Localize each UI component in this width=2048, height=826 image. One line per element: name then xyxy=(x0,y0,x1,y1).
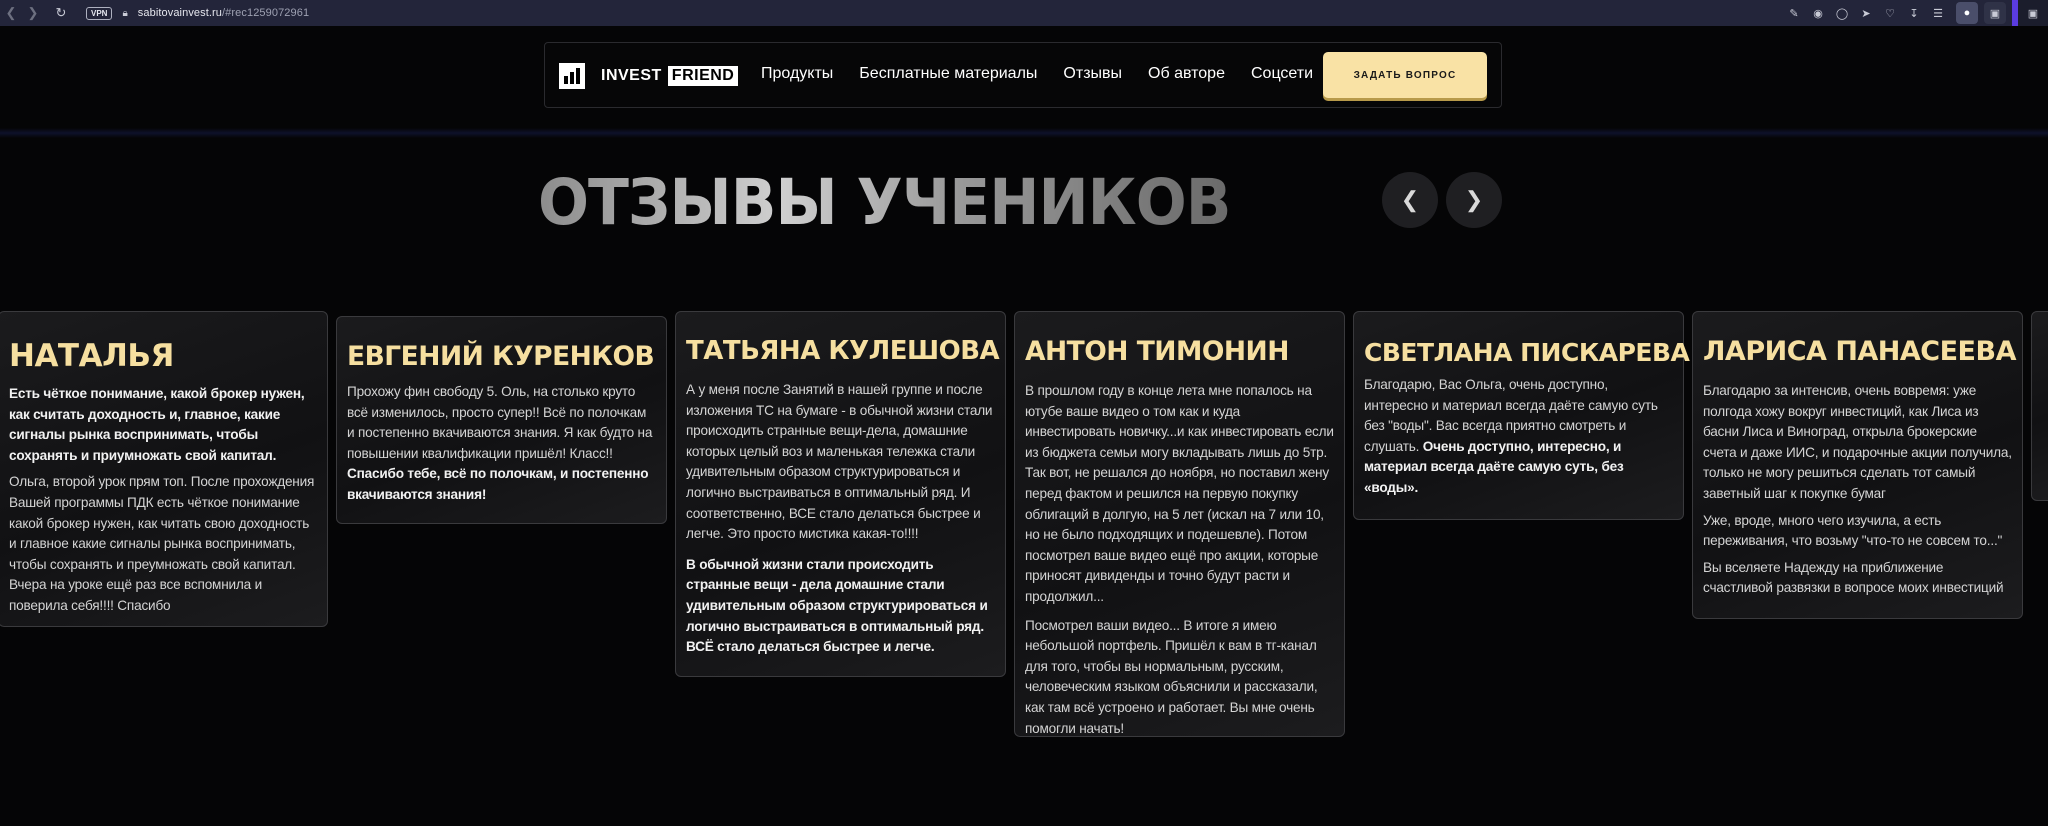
shield-icon[interactable]: ◯ xyxy=(1830,7,1854,20)
review-highlight: В обычной жизни стали происходить странн… xyxy=(686,556,988,655)
review-text: Вы вселяете Надежду на приближение счаст… xyxy=(1703,559,2004,596)
forward-icon[interactable]: ❯ xyxy=(22,3,44,23)
chevron-right-icon: ❯ xyxy=(1464,187,1484,212)
url-path: /#rec1259072961 xyxy=(222,7,310,19)
back-icon[interactable]: ❮ xyxy=(0,3,22,23)
menu-icon[interactable]: ☰ xyxy=(1926,7,1950,20)
review-card-partial xyxy=(2031,311,2048,501)
review-card: АНТОН ТИМОНИН В прошлом году в конце лет… xyxy=(1014,311,1345,737)
vpn-badge[interactable]: VPN xyxy=(86,6,113,20)
carousel-next-button[interactable]: ❯ xyxy=(1446,172,1502,228)
review-author: ЕВГЕНИЙ КУРЕНКОВ xyxy=(347,341,655,372)
review-card: ТАТЬЯНА КУЛЕШОВА А у меня после Занятий … xyxy=(675,311,1006,677)
review-card: НАТАЛЬЯ Есть чёткое понимание, какой бро… xyxy=(0,311,328,627)
review-text: Ольга, второй урок прям топ. После прохо… xyxy=(9,474,315,613)
logo[interactable]: INVEST FRIEND xyxy=(559,63,739,89)
sidebar-toggle-icon[interactable]: ▣ xyxy=(2018,0,2048,26)
site-header: INVEST FRIEND Продукты Бесплатные матери… xyxy=(544,42,1502,108)
review-highlight: Есть чёткое понимание, какой брокер нуже… xyxy=(9,386,305,463)
carousel-prev-button[interactable]: ❮ xyxy=(1382,172,1438,228)
review-author: ТАТЬЯНА КУЛЕШОВА xyxy=(686,336,1000,366)
section-title: ОТЗЫВЫ УЧЕНИКОВ xyxy=(538,166,1231,240)
camera-icon[interactable]: ◉ xyxy=(1806,7,1830,20)
heart-icon[interactable]: ♡ xyxy=(1878,7,1902,20)
nav-social[interactable]: Соцсети xyxy=(1251,65,1313,83)
nav-about-author[interactable]: Об авторе xyxy=(1148,65,1225,83)
review-highlight: Спасибо тебе, всё по полочкам, и постепе… xyxy=(347,466,649,502)
review-text: Посмотрел ваши видео... В итоге я имею н… xyxy=(1025,617,1318,736)
ask-question-button[interactable]: ЗАДАТЬ ВОПРОС xyxy=(1323,52,1487,98)
review-card: ЕВГЕНИЙ КУРЕНКОВ Прохожу фин свободу 5. … xyxy=(336,316,667,524)
review-text: Благодарю за интенсив, очень вовремя: уж… xyxy=(1703,383,2012,501)
review-author: АНТОН ТИМОНИН xyxy=(1025,336,1289,367)
glow-line xyxy=(0,128,2048,138)
extension-icon[interactable]: ▣ xyxy=(1984,2,2006,24)
review-text: Благодарю, Вас Ольга, очень доступно, ин… xyxy=(1364,375,1673,499)
chevron-left-icon: ❮ xyxy=(1400,187,1420,212)
review-card: СВЕТЛАНА ПИСКАРЕВА Благодарю, Вас Ольга,… xyxy=(1353,311,1690,520)
review-author: СВЕТЛАНА ПИСКАРЕВА xyxy=(1364,338,1690,367)
review-text: А у меня после Занятий в нашей группе и … xyxy=(686,382,993,542)
address-bar[interactable]: sabitovainvest.ru/#rec1259072961 xyxy=(138,7,309,19)
review-text: В прошлом году в конце лета мне попалось… xyxy=(1025,383,1334,604)
review-text: Прохожу фин свободу 5. Оль, на столько к… xyxy=(347,384,653,461)
logo-text-invest: INVEST xyxy=(601,67,662,84)
review-card: ЛАРИСА ПАНАСЕЕВА Благодарю за интенсив, … xyxy=(1692,311,2023,619)
main-nav: Продукты Бесплатные материалы Отзывы Об … xyxy=(761,65,1339,83)
nav-free-materials[interactable]: Бесплатные материалы xyxy=(859,65,1037,83)
url-host: sabitovainvest.ru xyxy=(137,7,223,19)
logo-icon xyxy=(559,63,585,89)
download-icon[interactable]: ↧ xyxy=(1902,7,1926,20)
nav-reviews[interactable]: Отзывы xyxy=(1063,65,1122,83)
review-author: ЛАРИСА ПАНАСЕЕВА xyxy=(1703,336,2016,367)
logo-text: INVEST FRIEND xyxy=(601,66,739,86)
browser-actions: ✎ ◉ ◯ ➤ ♡ ↧ ☰ ● ▣ ▣ xyxy=(1782,0,2048,26)
browser-toolbar: ❮ ❯ ↻ VPN 🔒︎ sabitovainvest.ru/#rec12590… xyxy=(0,0,2048,26)
nav-products[interactable]: Продукты xyxy=(761,65,833,83)
profile-icon[interactable]: ● xyxy=(1956,2,1978,24)
review-text: Уже, вроде, много чего изучила, а есть п… xyxy=(1703,512,2003,549)
edit-icon[interactable]: ✎ xyxy=(1782,7,1806,20)
lock-icon[interactable]: 🔒︎ xyxy=(122,8,127,19)
send-icon[interactable]: ➤ xyxy=(1854,7,1878,20)
review-author: НАТАЛЬЯ xyxy=(9,338,174,374)
logo-text-friend: FRIEND xyxy=(667,66,739,86)
reload-icon[interactable]: ↻ xyxy=(50,3,72,23)
